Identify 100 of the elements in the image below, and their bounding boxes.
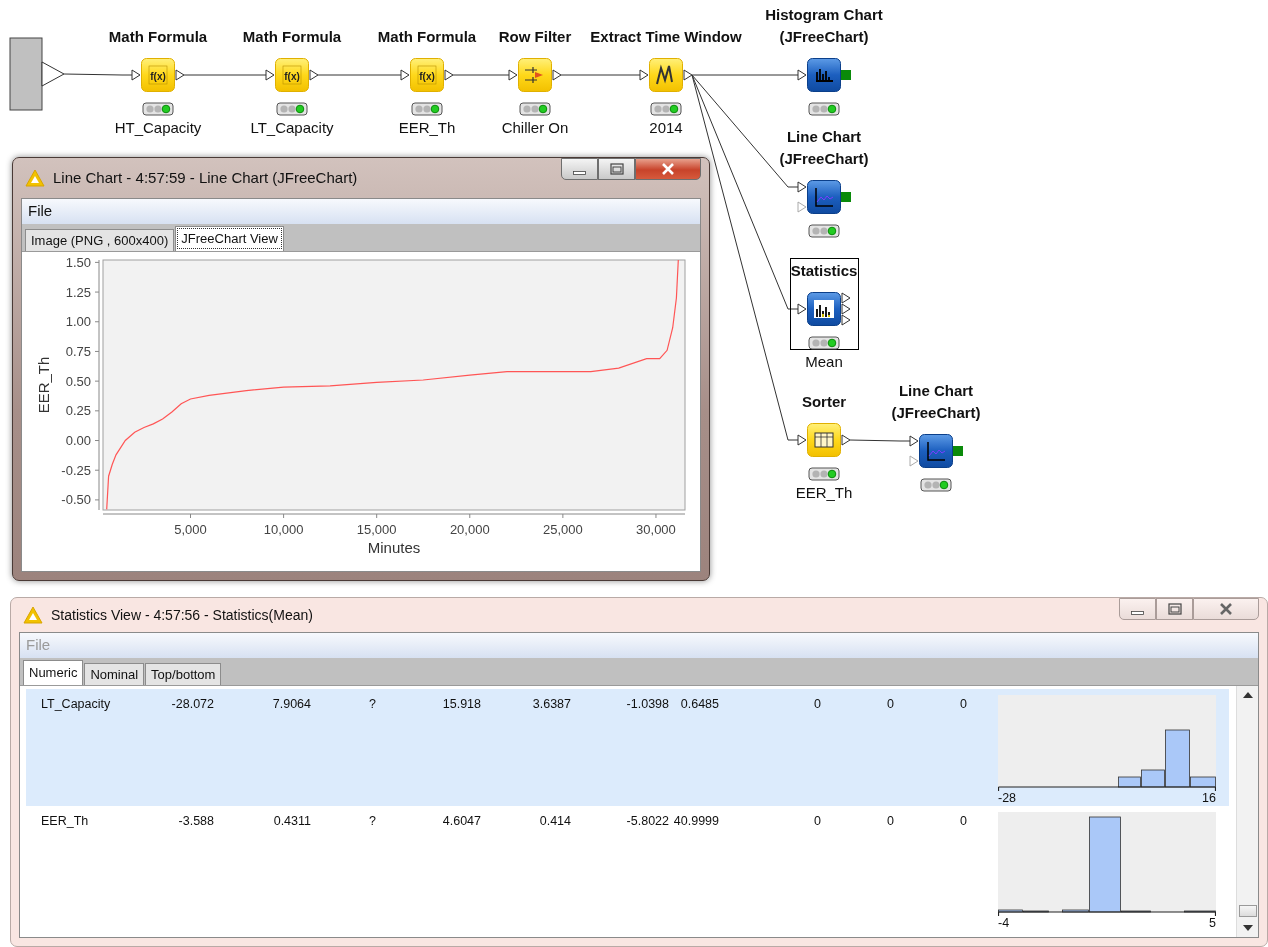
- output-port: [841, 192, 851, 202]
- table-cell-text: LT_Capacity: [41, 696, 112, 713]
- node-annotation: LT_Capacity: [250, 119, 334, 137]
- axis-tick-label: -0.25: [61, 462, 91, 478]
- maximize-icon: [608, 163, 625, 175]
- node-annotation: EER_Th: [795, 484, 853, 502]
- axis-title: EER_Th: [35, 356, 52, 414]
- axis-tick-label: 0.25: [65, 403, 91, 419]
- axis-tick-label: 10,000: [263, 522, 304, 537]
- formula-icon[interactable]: f(x): [141, 58, 175, 92]
- table-cell-text: ?: [368, 696, 376, 713]
- node-annotation: 2014: [649, 119, 683, 137]
- node-title: Math Formula: [242, 27, 342, 47]
- maximize-icon: [1166, 603, 1183, 615]
- axis-tick-label: 1.00: [65, 314, 91, 330]
- zigzag-icon[interactable]: [649, 58, 683, 92]
- table-cell-text: 4.6047: [441, 813, 481, 830]
- down-arrow-icon[interactable]: [1242, 925, 1253, 931]
- table-icon[interactable]: [807, 423, 841, 457]
- formula-icon[interactable]: f(x): [275, 58, 309, 92]
- axis-title: Minutes: [367, 539, 421, 556]
- node-annotation: HT_Capacity: [114, 119, 202, 137]
- output-port: [841, 70, 851, 80]
- node-annotation: Mean: [805, 353, 843, 371]
- axis-label: -28: [998, 791, 1017, 805]
- table-cell-text: 0: [813, 813, 821, 830]
- scrollbar-thumb[interactable]: [1238, 905, 1257, 917]
- close-button[interactable]: [635, 158, 701, 180]
- axis-tick-label: -0.50: [61, 492, 91, 508]
- up-arrow-icon[interactable]: [1242, 692, 1253, 698]
- warning-icon: [25, 169, 45, 187]
- warning-icon: [23, 606, 43, 624]
- bar-chart-icon[interactable]: [807, 58, 841, 92]
- maximize-button[interactable]: [1156, 598, 1193, 620]
- minimize-button[interactable]: [1119, 598, 1156, 620]
- table-cell-text: 0: [886, 696, 894, 713]
- axis-tick-label: 0.00: [65, 433, 91, 448]
- axis-label: 16: [1202, 791, 1216, 805]
- line-chart-icon[interactable]: [807, 180, 841, 214]
- formula-icon[interactable]: f(x): [410, 58, 444, 92]
- close-icon: [1218, 603, 1234, 615]
- table-row[interactable]: EER_Th -3.588 0.4311 ? 4.6047 0.414 -5.8022 40.9999 0 0 0 -4 5: [26, 806, 1229, 934]
- axis-tick-label: 5,000: [174, 522, 207, 537]
- node-title: Line Chart (JFreeChart): [890, 381, 982, 423]
- maximize-button[interactable]: [598, 158, 635, 180]
- tab[interactable]: Nominal: [84, 663, 145, 685]
- table-cell-text: 0.414: [538, 813, 571, 830]
- node-title: Statistics: [790, 261, 858, 281]
- statistics-icon[interactable]: [807, 292, 841, 326]
- line-chart-icon[interactable]: [919, 434, 953, 468]
- table-cell-text: 0: [813, 696, 821, 713]
- table-cell-text: 3.6387: [531, 696, 571, 713]
- window-title: Line Chart - 4:57:59 - Line Chart (JFreeChart): [53, 167, 358, 188]
- close-icon: [660, 163, 676, 175]
- table-cell-text: 0: [959, 696, 967, 713]
- filter-icon[interactable]: [518, 58, 552, 92]
- table-cell-text: -3.588: [177, 813, 214, 830]
- table-cell-text: 15.918: [441, 696, 481, 713]
- node-annotation: Chiller On: [501, 119, 569, 137]
- node-title: Math Formula: [108, 27, 208, 47]
- close-button[interactable]: [1193, 598, 1259, 620]
- window-title: Statistics View - 4:57:56 - Statistics(Mean): [51, 605, 313, 625]
- table-cell-text: 0.6485: [679, 696, 719, 713]
- tab[interactable]: Image (PNG , 600x400): [25, 229, 175, 251]
- connection-line: [63, 73, 133, 76]
- axis-tick-label: 0.50: [65, 373, 91, 389]
- axis-tick-label: 25,000: [543, 522, 583, 537]
- minimize-icon: [1131, 611, 1144, 615]
- tab[interactable]: Top/bottom: [145, 663, 222, 685]
- axis-tick-label: 1.25: [65, 284, 91, 300]
- table-cell-text: 40.9999: [672, 813, 719, 830]
- table-cell-text: 7.9064: [271, 696, 311, 713]
- node-title: Sorter: [801, 392, 847, 412]
- table-row[interactable]: LT_Capacity -28.072 7.9064 ? 15.918 3.6387 -1.0398 0.6485 0 0 0 -28 16: [26, 689, 1229, 806]
- node-title: Row Filter: [498, 27, 572, 47]
- connection-line: [452, 74, 510, 76]
- node-title: Line Chart (JFreeChart): [778, 127, 870, 169]
- table-cell-text: -5.8022: [625, 813, 669, 830]
- node-title: Extract Time Window: [590, 27, 742, 47]
- table-cell-text: 0.4311: [272, 813, 311, 830]
- axis-tick-label: 15,000: [356, 522, 397, 537]
- node-title: Math Formula: [377, 27, 477, 47]
- axis-tick-label: 1.50: [65, 254, 91, 270]
- axis-tick-label: 20,000: [449, 522, 490, 537]
- minimize-button[interactable]: [561, 158, 598, 180]
- scrollbar[interactable]: [1236, 686, 1258, 937]
- node-title: Histogram Chart (JFreeChart): [764, 5, 884, 47]
- axis-label: -4: [998, 916, 1010, 930]
- axis-tick-label: 0.75: [65, 343, 91, 359]
- tab[interactable]: Numeric: [23, 660, 84, 685]
- source-node[interactable]: [9, 37, 65, 111]
- minimize-icon: [573, 171, 586, 175]
- histogram-bar: [1184, 910, 1216, 913]
- node-annotation: EER_Th: [398, 119, 456, 137]
- table-cell-text: 0: [886, 813, 894, 830]
- connection-line: [849, 439, 911, 442]
- table-cell-text: 0: [959, 813, 967, 830]
- tab[interactable]: JFreeChart View: [175, 226, 284, 251]
- menu-item[interactable]: File: [26, 200, 55, 223]
- table-cell-text: ?: [368, 813, 376, 830]
